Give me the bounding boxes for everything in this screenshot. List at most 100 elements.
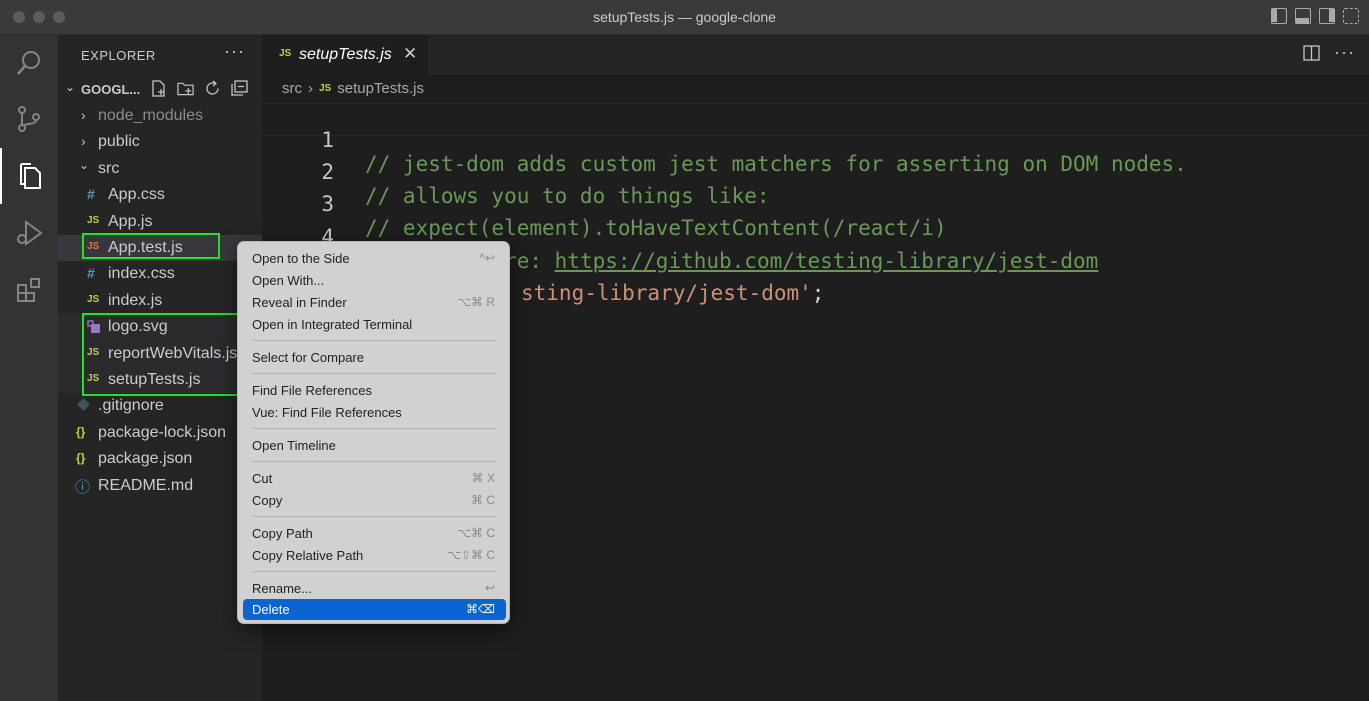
js-file-icon: JS (319, 83, 332, 94)
menu-item-copy[interactable]: Copy ⌘ C (243, 490, 506, 511)
breadcrumb-file[interactable]: setupTests.js (337, 80, 424, 97)
menu-item-shortcut: ⌥⌘ R (457, 295, 495, 309)
breadcrumb-folder[interactable]: src (282, 80, 302, 97)
menu-item-shortcut: ⌥⌘ C (457, 526, 495, 540)
menu-separator (252, 373, 497, 374)
tree-item-label: package-lock.json (98, 424, 227, 441)
editor-actions: ··· (1303, 42, 1355, 66)
js-file-icon: JS (87, 294, 100, 305)
code-import: sting-library/jest-dom'; (521, 281, 824, 305)
chevron-right-icon: › (81, 107, 86, 123)
tree-item-public[interactable]: › public (58, 129, 262, 155)
title-bar: setupTests.js — google-clone (0, 0, 1369, 35)
more-actions-icon[interactable]: ··· (1334, 42, 1355, 63)
menu-separator (252, 571, 497, 572)
menu-item-shortcut: ⌥⇧⌘ C (447, 548, 495, 562)
code-line: 2 // allows you to do things like: (262, 136, 1369, 208)
info-icon: ⓘ (75, 479, 91, 496)
tree-item-package-json[interactable]: {} package.json (58, 446, 262, 472)
tree-item-index-js[interactable]: JS index.js (58, 288, 262, 314)
tree-item-app-css[interactable]: # App.css (58, 182, 262, 208)
tree-item-label: index.js (108, 292, 163, 309)
menu-item-label: Cut (252, 471, 273, 486)
menu-item-label: Find File References (252, 383, 372, 398)
run-and-debug-icon[interactable] (0, 205, 58, 261)
tab-setup-tests-js[interactable]: JS setupTests.js ✕ (262, 35, 428, 75)
window-title: setupTests.js — google-clone (593, 9, 776, 25)
code-string: sting-library/jest-dom' (521, 281, 812, 305)
menu-item-select-for-compare[interactable]: Select for Compare (243, 347, 506, 368)
tree-item-label: .gitignore (98, 397, 164, 414)
tree-item-label: src (98, 160, 120, 177)
close-tab-icon[interactable]: ✕ (403, 44, 417, 64)
refresh-icon[interactable] (204, 80, 221, 97)
code-line: 4 // learn more: https://github.com/test… (262, 201, 1369, 273)
tree-item-app-js[interactable]: JS App.js (58, 209, 262, 235)
customize-layout-icon[interactable] (1343, 8, 1359, 24)
menu-item-open-in-terminal[interactable]: Open in Integrated Terminal (243, 314, 506, 335)
tab-label: setupTests.js (299, 46, 392, 63)
tree-item-index-css[interactable]: # index.css (58, 261, 262, 287)
tree-item-gitignore[interactable]: .gitignore (58, 393, 262, 419)
tree-item-label: public (98, 133, 140, 150)
collapse-all-icon[interactable] (231, 80, 248, 97)
menu-separator (252, 516, 497, 517)
extensions-icon[interactable] (0, 262, 58, 318)
menu-item-vue-find-file-references[interactable]: Vue: Find File References (243, 402, 506, 423)
tree-item-node-modules[interactable]: › node_modules (58, 103, 262, 129)
workspace-folder-header[interactable]: ⌄ GOOGL... (58, 79, 262, 101)
menu-item-label: Copy (252, 493, 283, 508)
explorer-icon[interactable] (0, 148, 58, 204)
tree-item-label: App.css (108, 186, 165, 203)
source-control-icon[interactable] (0, 91, 58, 147)
menu-item-copy-relative-path[interactable]: Copy Relative Path ⌥⇧⌘ C (243, 545, 506, 566)
highlight-box (82, 313, 239, 396)
tree-item-package-lock-json[interactable]: {} package-lock.json (58, 420, 262, 446)
split-editor-icon[interactable] (1303, 45, 1320, 66)
menu-item-rename[interactable]: Rename... ↩ (243, 578, 506, 599)
menu-item-label: Copy Path (252, 526, 313, 541)
menu-item-shortcut: ⌘⌫ (466, 602, 495, 616)
menu-item-label: Select for Compare (252, 350, 364, 365)
tree-item-readme-md[interactable]: ⓘ README.md (58, 473, 262, 499)
menu-item-reveal-in-finder[interactable]: Reveal in Finder ⌥⌘ R (243, 292, 506, 313)
menu-item-label: Copy Relative Path (252, 548, 364, 563)
tree-item-label: package.json (98, 450, 193, 467)
css-file-icon: # (87, 265, 95, 281)
highlight-box (82, 233, 220, 259)
explorer-title: EXPLORER (81, 48, 156, 63)
json-file-icon: {} (76, 451, 86, 465)
folder-actions (150, 80, 248, 97)
menu-item-label: Open With... (252, 273, 325, 288)
git-file-icon (77, 398, 90, 414)
more-actions-icon[interactable]: ··· (224, 41, 245, 62)
code-punctuation: ; (811, 281, 825, 305)
toggle-secondary-sidebar-icon[interactable] (1319, 8, 1335, 24)
chevron-down-icon: ⌄ (79, 158, 90, 172)
menu-item-cut[interactable]: Cut ⌘ X (243, 468, 506, 489)
breadcrumb-separator: › (308, 80, 313, 97)
new-file-icon[interactable] (150, 80, 167, 97)
menu-item-shortcut: ⌘ C (471, 493, 495, 507)
breadcrumb: src › JS setupTests.js (282, 80, 424, 97)
toggle-panel-icon[interactable] (1295, 8, 1311, 24)
menu-item-shortcut: ⌘ X (471, 471, 495, 485)
search-icon[interactable] (0, 35, 58, 91)
css-file-icon: # (87, 186, 95, 202)
workspace-folder-name: GOOGL... (81, 82, 141, 97)
menu-item-find-file-references[interactable]: Find File References (243, 380, 506, 401)
menu-separator (252, 428, 497, 429)
menu-item-label: Reveal in Finder (252, 295, 347, 310)
menu-separator (252, 461, 497, 462)
menu-item-label: Rename... (252, 581, 312, 596)
menu-item-delete[interactable]: Delete ⌘⌫ (243, 599, 506, 620)
menu-item-open-timeline[interactable]: Open Timeline (243, 435, 506, 456)
menu-item-copy-path[interactable]: Copy Path ⌥⌘ C (243, 523, 506, 544)
menu-item-shortcut: ↩ (484, 581, 495, 595)
menu-item-open-to-side[interactable]: Open to the Side ^↩ (243, 248, 506, 269)
tree-item-src[interactable]: ⌄ src (58, 156, 262, 182)
tree-item-label: index.css (108, 265, 175, 282)
toggle-primary-sidebar-icon[interactable] (1271, 8, 1287, 24)
new-folder-icon[interactable] (177, 80, 194, 97)
menu-item-open-with[interactable]: Open With... (243, 270, 506, 291)
